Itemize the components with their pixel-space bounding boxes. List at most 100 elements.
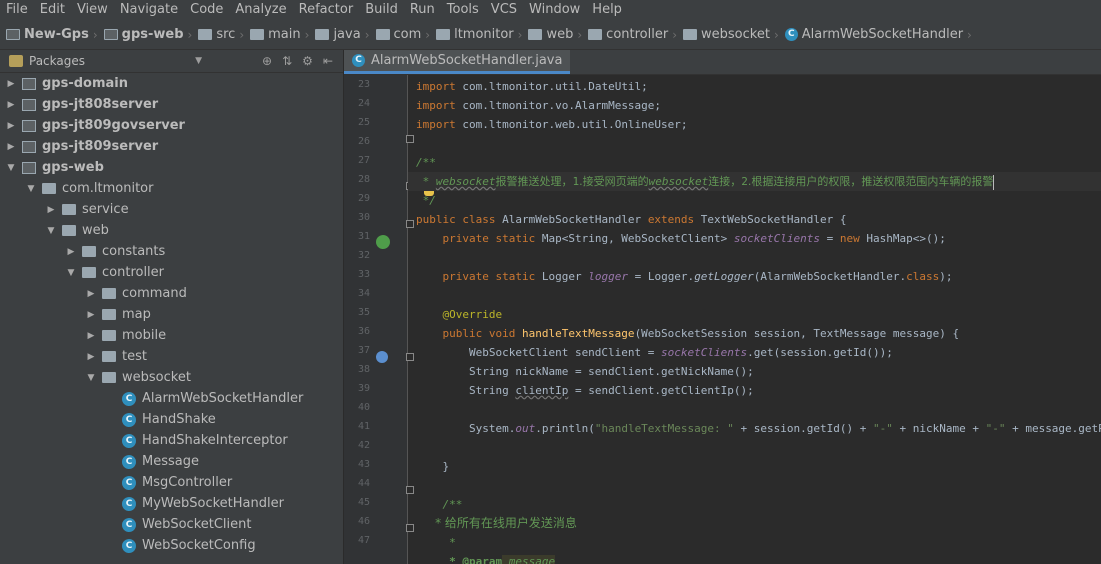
line-number: 33 [357, 269, 370, 280]
chevron-right-icon[interactable]: ▶ [66, 247, 76, 257]
tree-item-constants[interactable]: ▶ constants [0, 241, 343, 262]
gear-icon[interactable]: ⚙ [302, 54, 313, 68]
tree-item-websocketconfig[interactable]: C WebSocketConfig [0, 535, 343, 556]
project-view-selector[interactable]: Packages [29, 54, 85, 68]
tree-item-handshake[interactable]: C HandShake [0, 409, 343, 430]
chevron-right-icon[interactable]: ▶ [86, 352, 96, 362]
tree-item-gps-jt808server[interactable]: ▶ gps-jt808server [0, 94, 343, 115]
tree-item-test[interactable]: ▶ test [0, 346, 343, 367]
module-icon [22, 77, 36, 90]
breadcrumb-label: AlarmWebSocketHandler [801, 27, 964, 42]
line-number: 43 [357, 459, 370, 470]
menu-navigate[interactable]: Navigate [114, 0, 184, 20]
menu-file[interactable]: File [0, 0, 34, 20]
tree-item-gps-jt809govserver[interactable]: ▶ gps-jt809govserver [0, 115, 343, 136]
breadcrumb-item[interactable]: ltmonitor › [436, 27, 526, 42]
tree-item-web[interactable]: ▼ web [0, 220, 343, 241]
breadcrumb-label: main [268, 27, 301, 42]
breadcrumb-item[interactable]: com › [375, 27, 435, 42]
menu-window[interactable]: Window [523, 0, 586, 20]
text-caret [993, 174, 995, 190]
menu-view[interactable]: View [71, 0, 114, 20]
tree-item-label: WebSocketClient [142, 517, 252, 532]
chevron-right-icon[interactable]: ▶ [46, 205, 56, 215]
tree-item-gps-domain[interactable]: ▶ gps-domain [0, 73, 343, 94]
tree-item-command[interactable]: ▶ command [0, 283, 343, 304]
tree-item-service[interactable]: ▶ service [0, 199, 343, 220]
code-line: String clientIp = sendClient.getClientIp… [416, 384, 754, 397]
breadcrumb-label: java [333, 27, 361, 42]
tree-item-message[interactable]: C Message [0, 451, 343, 472]
breadcrumb-label: gps-web [121, 27, 184, 42]
chevron-right-icon[interactable]: ▶ [86, 289, 96, 299]
editor-gutter: 23 24 25 26 27 28 29 30 31 32 33 34 35 36 37 38 39 40 41 42… [344, 75, 414, 564]
tree-item-label: gps-jt809server [42, 139, 159, 154]
menu-code[interactable]: Code [184, 0, 229, 20]
chevron-down-icon[interactable]: ▼ [66, 268, 76, 278]
folder-icon [436, 29, 451, 40]
folder-icon [588, 29, 603, 40]
code-area[interactable]: import com.ltmonitor.util.DateUtil; impo… [408, 75, 1101, 564]
package-icon [82, 267, 96, 278]
breadcrumb-item[interactable]: src › [198, 27, 248, 42]
breadcrumb-item[interactable]: New-Gps › [6, 27, 102, 42]
tree-item-com-ltmonitor[interactable]: ▼ com.ltmonitor [0, 178, 343, 199]
line-number: 46 [357, 516, 370, 527]
implemented-icon[interactable] [376, 235, 390, 249]
tree-item-mywebsockethandler[interactable]: C MyWebSocketHandler [0, 493, 343, 514]
breadcrumb-label: src [216, 27, 236, 42]
menu-tools[interactable]: Tools [441, 0, 485, 20]
chevron-down-icon[interactable]: ▼ [86, 373, 96, 383]
chevron-right-icon[interactable]: ▶ [6, 79, 16, 89]
breadcrumb-item[interactable]: websocket › [683, 27, 783, 42]
class-icon: C [784, 28, 798, 41]
chevron-down-icon[interactable]: ▼ [46, 226, 56, 236]
menu-run[interactable]: Run [404, 0, 441, 20]
chevron-right-icon: › [304, 27, 310, 42]
chevron-right-icon[interactable]: ▶ [6, 121, 16, 131]
chevron-right-icon[interactable]: ▶ [6, 142, 16, 152]
tree-item-gps-jt809server[interactable]: ▶ gps-jt809server [0, 136, 343, 157]
tree-item-label: web [82, 223, 109, 238]
tree-item-map[interactable]: ▶ map [0, 304, 343, 325]
class-icon: C [122, 538, 136, 553]
breadcrumb-item[interactable]: java › [315, 27, 373, 42]
menu-edit[interactable]: Edit [34, 0, 71, 20]
chevron-down-icon[interactable]: ▼ [6, 163, 16, 173]
tree-item-websocketclient[interactable]: C WebSocketClient [0, 514, 343, 535]
breadcrumb-item[interactable]: web › [528, 27, 586, 42]
tree-item-mobile[interactable]: ▶ mobile [0, 325, 343, 346]
chevron-right-icon[interactable]: ▶ [6, 100, 16, 110]
hide-panel-icon[interactable]: ⇤ [323, 54, 333, 68]
menu-refactor[interactable]: Refactor [293, 0, 360, 20]
tree-item-msgcontroller[interactable]: C MsgController [0, 472, 343, 493]
tree-item-handshakeinterceptor[interactable]: C HandShakeInterceptor [0, 430, 343, 451]
tree-item-label: gps-web [42, 160, 104, 175]
chevron-down-icon[interactable]: ▼ [26, 184, 36, 194]
menu-vcs[interactable]: VCS [485, 0, 523, 20]
tree-item-websocket[interactable]: ▼ websocket [0, 367, 343, 388]
tree-item-label: command [122, 286, 187, 301]
collapse-all-icon[interactable]: ⇅ [282, 54, 292, 68]
tree-item-alarmwebsockethandler[interactable]: C AlarmWebSocketHandler [0, 388, 343, 409]
override-icon[interactable] [376, 351, 388, 363]
editor-tab-bar: C AlarmWebSocketHandler.java [344, 50, 1101, 75]
breadcrumb-item[interactable]: gps-web › [103, 27, 197, 42]
tree-item-label: MsgController [142, 475, 233, 490]
chevron-right-icon[interactable]: ▶ [86, 331, 96, 341]
chevron-right-icon[interactable]: ▶ [86, 310, 96, 320]
breadcrumb-item[interactable]: main › [250, 27, 313, 42]
menu-build[interactable]: Build [359, 0, 404, 20]
breadcrumb-item[interactable]: controller › [588, 27, 681, 42]
tree-item-label: controller [102, 265, 165, 280]
menu-analyze[interactable]: Analyze [229, 0, 292, 20]
menu-help[interactable]: Help [586, 0, 628, 20]
breadcrumb-item[interactable]: C AlarmWebSocketHandler › [784, 27, 976, 42]
line-number: 31 [357, 231, 370, 242]
tree-item-controller[interactable]: ▼ controller [0, 262, 343, 283]
locate-icon[interactable]: ⊕ [262, 54, 272, 68]
chevron-down-icon[interactable]: ▼ [195, 56, 202, 66]
tab-alarm-websocket-handler[interactable]: C AlarmWebSocketHandler.java [344, 50, 571, 74]
tree-item-gps-web[interactable]: ▼ gps-web [0, 157, 343, 178]
code-line: import com.ltmonitor.util.DateUtil; [416, 80, 648, 93]
